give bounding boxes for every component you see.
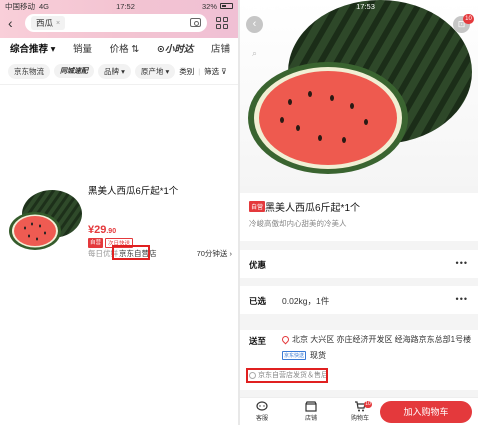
product-info: 自营 黑美人西瓜6斤起*1个 冷峻高傲却内心甜美的冷美人 bbox=[240, 193, 478, 241]
self-operated-badge: 自营 bbox=[249, 201, 266, 212]
filter-jd-logistics[interactable]: 京东物流 bbox=[8, 63, 50, 79]
tab-hourly[interactable]: ⊙小时达 bbox=[157, 41, 193, 55]
tab-store[interactable]: 店铺 bbox=[211, 41, 230, 55]
back-button[interactable]: ‹ bbox=[8, 16, 13, 30]
tab-comprehensive[interactable]: 综合推荐 ▾ bbox=[10, 41, 55, 55]
product-title[interactable]: 黑美人西瓜6斤起*1个 bbox=[88, 183, 178, 197]
search-input[interactable]: 西瓜 × bbox=[25, 14, 207, 32]
search-icon[interactable]: ⌕ bbox=[252, 48, 257, 59]
self-operated-badge: 自营 bbox=[88, 238, 104, 248]
battery-icon bbox=[460, 3, 473, 9]
cart-nav-button[interactable]: 10 购物车 bbox=[346, 401, 374, 422]
customer-service-button[interactable]: 客服 bbox=[248, 401, 276, 422]
selected-value: 0.02kg，1件 bbox=[282, 296, 330, 306]
network-label: 4G bbox=[39, 1, 50, 11]
filter-category[interactable]: 类别 bbox=[179, 66, 194, 77]
battery-icon bbox=[220, 3, 233, 9]
cart-label: 购物车 bbox=[350, 416, 369, 422]
back-button[interactable]: ‹ bbox=[246, 16, 263, 33]
product-title: 黑美人西瓜6斤起*1个 bbox=[265, 203, 361, 214]
camera-icon[interactable] bbox=[190, 18, 201, 27]
filter-row: 京东物流 同城速配 品牌 ▾ 原产地 ▾ 类别 | 筛选 ⊽ bbox=[0, 62, 238, 80]
filter-same-city[interactable]: 同城速配 bbox=[54, 64, 94, 78]
chat-bubble-icon bbox=[256, 401, 268, 411]
service-label: 客服 bbox=[255, 416, 268, 422]
tab-sales[interactable]: 销量 bbox=[73, 41, 92, 55]
clock: 17:52 bbox=[116, 1, 135, 11]
network-label: 4G bbox=[279, 1, 290, 11]
filter-brand[interactable]: 品牌 ▾ bbox=[98, 63, 131, 79]
add-to-cart-button[interactable]: 加入购物车 bbox=[380, 401, 472, 423]
fast-delivery-badge: 京东快送 bbox=[282, 351, 307, 360]
search-results-screen: 中国移动 4G 17:52 32% ‹ 西瓜 × 综合推荐 ▾ 销量 价格 ⇅ … bbox=[0, 0, 238, 425]
search-keyword-tag[interactable]: 西瓜 × bbox=[31, 16, 66, 30]
more-icon[interactable]: ••• bbox=[456, 294, 468, 304]
product-detail-screen: 中国移动 4G 17:53 32% ‹ ⊡ 10 ⌕ 自营 黑美人西瓜6斤起*1… bbox=[240, 0, 478, 425]
delivery-time: 70分钟送 › bbox=[196, 249, 232, 258]
selected-label: 已选 bbox=[249, 296, 267, 306]
bottom-action-bar: 客服 店铺 10 购物车 加入购物车 bbox=[240, 397, 478, 425]
store-highlight-box bbox=[112, 245, 150, 260]
stock-line: 京东快送 现货 bbox=[282, 350, 326, 361]
status-bar: 中国移动 4G 17:53 32% bbox=[240, 0, 478, 12]
clear-keyword-icon[interactable]: × bbox=[56, 20, 60, 27]
search-keyword: 西瓜 bbox=[36, 18, 54, 28]
address-text: 北京 大兴区 亦庄经济开发区 经海路京东总部1号楼 bbox=[292, 335, 472, 344]
product-hero-image[interactable] bbox=[240, 0, 478, 186]
product-price: ¥29.90 bbox=[88, 224, 117, 236]
location-pin-icon bbox=[280, 334, 291, 345]
ship-label: 送至 bbox=[249, 336, 267, 346]
tab-price[interactable]: 价格 ⇅ bbox=[110, 41, 140, 55]
promo-row[interactable]: 优惠 ••• bbox=[240, 250, 478, 278]
promo-label: 优惠 bbox=[249, 260, 267, 270]
clock: 17:53 bbox=[356, 1, 375, 11]
service-highlight-box bbox=[246, 368, 328, 383]
cart-nav-badge: 10 bbox=[364, 401, 372, 408]
carrier-label: 中国移动 bbox=[5, 1, 35, 11]
product-image[interactable] bbox=[5, 184, 83, 262]
stock-status: 现货 bbox=[310, 351, 327, 360]
selected-row[interactable]: 已选 0.02kg，1件 ••• bbox=[240, 286, 478, 314]
filter-origin[interactable]: 原产地 ▾ bbox=[134, 63, 176, 79]
battery-percent: 32% bbox=[441, 1, 457, 11]
product-subtitle: 冷峻高傲却内心甜美的冷美人 bbox=[249, 219, 347, 228]
filter-button[interactable]: 筛选 ⊽ bbox=[204, 66, 227, 77]
carrier-label: 中国移动 bbox=[245, 1, 275, 11]
store-icon bbox=[305, 401, 317, 412]
store-label: 店铺 bbox=[304, 416, 317, 422]
battery-percent: 32% bbox=[201, 1, 217, 11]
status-bar: 中国移动 4G 17:52 32% bbox=[0, 0, 238, 12]
divider bbox=[0, 84, 238, 85]
store-button[interactable]: 店铺 bbox=[297, 401, 325, 422]
cart-count-badge: 10 bbox=[463, 14, 474, 24]
grid-view-icon[interactable] bbox=[216, 17, 228, 29]
more-icon[interactable]: ••• bbox=[456, 258, 468, 268]
address-line[interactable]: 北京 大兴区 亦庄经济开发区 经海路京东总部1号楼 bbox=[280, 334, 472, 345]
sort-tabs: 综合推荐 ▾ 销量 价格 ⇅ ⊙小时达 店铺 bbox=[0, 38, 238, 58]
